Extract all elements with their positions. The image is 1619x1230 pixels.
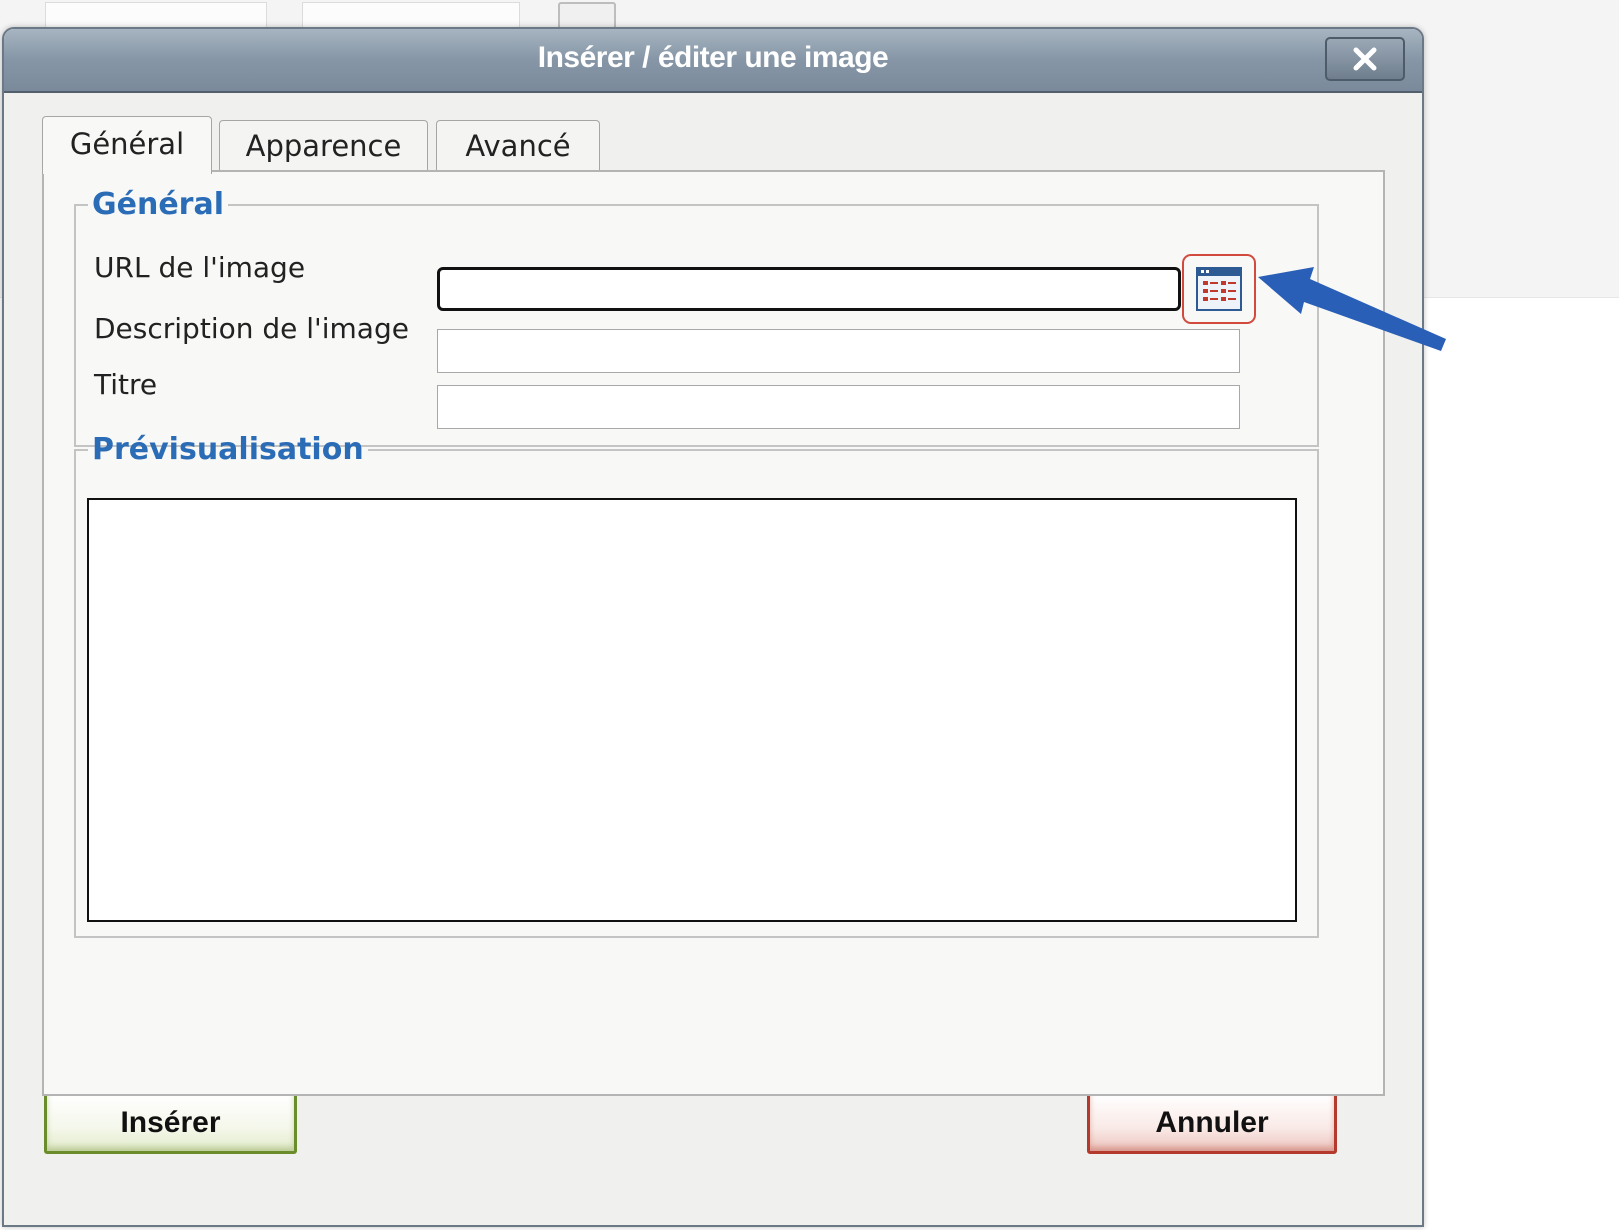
dialog-titlebar[interactable]: Insérer / éditer une image [4, 29, 1422, 93]
tab-general[interactable]: Général [42, 116, 212, 174]
browse-button[interactable] [1182, 254, 1256, 324]
general-legend: Général [92, 187, 224, 222]
image-dialog: Insérer / éditer une image Général Appar… [2, 27, 1424, 1227]
image-url-input[interactable] [437, 267, 1181, 311]
close-button[interactable] [1325, 37, 1405, 81]
insert-button[interactable]: Insérer [44, 1092, 297, 1154]
tab-advanced[interactable]: Avancé [436, 120, 600, 172]
file-browser-icon [1196, 267, 1242, 311]
tab-panel-general: Général URL de l'image Description de l'… [42, 170, 1385, 1096]
tab-appearance[interactable]: Apparence [219, 120, 428, 172]
close-icon [1353, 47, 1377, 71]
cancel-button[interactable]: Annuler [1087, 1092, 1337, 1154]
preview-area [87, 498, 1297, 922]
image-description-input[interactable] [437, 329, 1240, 373]
title-label: Titre [94, 368, 158, 401]
image-url-label: URL de l'image [94, 251, 306, 284]
preview-legend: Prévisualisation [92, 432, 364, 467]
arrow-annotation [1258, 267, 1446, 351]
image-description-label: Description de l'image [94, 312, 409, 345]
dialog-title: Insérer / éditer une image [537, 41, 889, 74]
title-input[interactable] [437, 385, 1240, 429]
